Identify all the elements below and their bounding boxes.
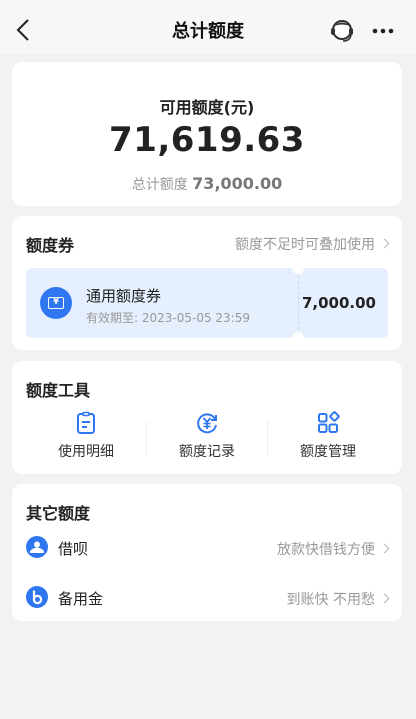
- beiyongjin-hint-wrap: 到账快 不用愁: [286, 589, 390, 609]
- list-item-jiebei[interactable]: 借呗 放款快借钱方便: [12, 531, 402, 563]
- beiyongjin-hint: 到账快 不用愁: [286, 592, 375, 608]
- chevron-right-icon: [379, 593, 390, 604]
- available-quota-label: 可用额度(元): [159, 98, 255, 117]
- tools-section-title: 额度工具: [26, 381, 91, 400]
- coupon-name: 通用额度券: [86, 287, 162, 305]
- tool-quota-records[interactable]: 额度记录: [147, 411, 267, 461]
- jiebei-icon: [26, 536, 48, 558]
- other-quota-section: 其它额度 借呗 放款快借钱方便 备用金 到账快 不用愁: [12, 484, 402, 621]
- jiebei-hint-wrap: 放款快借钱方便: [277, 539, 390, 559]
- tool-usage-details[interactable]: 使用明细: [26, 411, 146, 461]
- coupon-card[interactable]: ¥ 通用额度券 有效期至: 2023-05-05 23:59 7,000.00: [26, 262, 388, 344]
- yen-refresh-icon: [197, 413, 217, 434]
- coupon-notch-bottom: [292, 332, 304, 344]
- quota-tools-section: 额度工具 使用明细 额度记录 额度管理: [12, 361, 402, 474]
- more-icon[interactable]: [371, 22, 395, 40]
- total-quota-value: 73,000.00: [192, 174, 283, 193]
- available-quota-amount: 71,619.63: [109, 120, 305, 160]
- chevron-right-icon: [379, 543, 390, 554]
- tool-usage-details-label: 使用明细: [58, 444, 114, 460]
- chevron-right-icon: [379, 238, 390, 249]
- coupon-section: 额度券 额度不足时可叠加使用 ¥ 通用额度券 有效期至: 2023-05-05 …: [12, 216, 402, 350]
- coupon-divider: [298, 276, 299, 330]
- total-quota-label: 总计额度: [131, 177, 188, 193]
- beiyongjin-icon: [26, 586, 48, 608]
- coupon-notch-top: [292, 262, 304, 274]
- jiebei-hint: 放款快借钱方便: [277, 542, 375, 558]
- coupon-section-link[interactable]: 额度不足时可叠加使用: [235, 234, 390, 254]
- list-item-beiyongjin[interactable]: 备用金 到账快 不用愁: [12, 581, 402, 613]
- coupon-validity: 有效期至: 2023-05-05 23:59: [86, 311, 250, 325]
- coupon-section-title: 额度券: [26, 236, 75, 255]
- coupon-amount: 7,000.00: [301, 294, 376, 312]
- coupon-ticket-icon: ¥: [40, 287, 72, 319]
- document-list-icon: [77, 411, 95, 434]
- beiyongjin-label: 备用金: [58, 590, 104, 608]
- jiebei-label: 借呗: [58, 540, 89, 558]
- other-section-title: 其它额度: [26, 504, 91, 523]
- total-quota: 总计额度 73,000.00: [12, 174, 402, 194]
- tool-quota-management[interactable]: 额度管理: [268, 411, 388, 461]
- available-quota-card: 可用额度(元) 71,619.63 总计额度 73,000.00: [12, 62, 402, 206]
- tool-quota-records-label: 额度记录: [179, 444, 235, 460]
- coupon-section-hint: 额度不足时可叠加使用: [235, 237, 375, 253]
- customer-service-icon[interactable]: [329, 18, 355, 44]
- tool-quota-management-label: 额度管理: [300, 444, 356, 460]
- nav-bar: 总计额度: [0, 0, 416, 54]
- grid-manage-icon: [318, 411, 340, 433]
